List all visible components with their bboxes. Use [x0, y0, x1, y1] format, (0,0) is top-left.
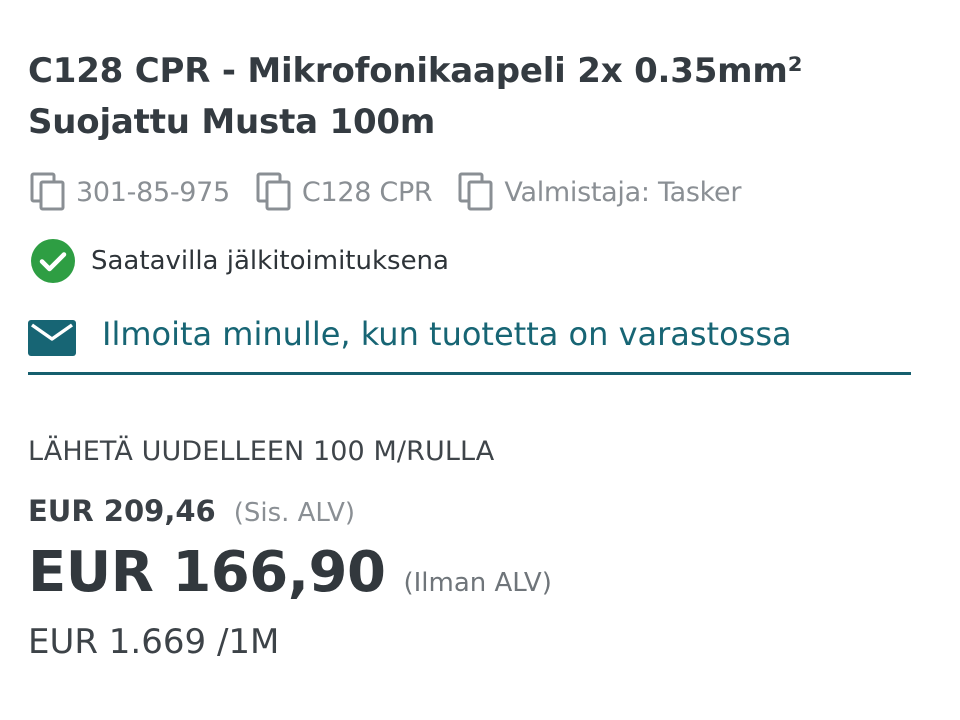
availability-status: Saatavilla jälkitoimituksena: [30, 238, 449, 284]
copy-icon[interactable]: [30, 172, 66, 212]
sku-text: 301-85-975: [76, 176, 230, 208]
copy-icon[interactable]: [256, 172, 292, 212]
product-title: C128 CPR - Mikrofonikaapeli 2x 0.35mm² S…: [28, 51, 803, 142]
product-meta-row: 301-85-975 C128 CPR Valmistaja: Tasker: [30, 170, 767, 214]
manufacturer-text: Valmistaja: Tasker: [504, 176, 742, 208]
unit-label: LÄHETÄ UUDELLEEN 100 M/RULLA: [28, 436, 495, 467]
model-text: C128 CPR: [301, 176, 433, 208]
net-price-row: EUR 166,90 (Ilman ALV): [28, 540, 552, 605]
copy-icon[interactable]: [458, 172, 494, 212]
gross-price: EUR 209,46: [28, 494, 216, 528]
model-copy-item[interactable]: C128 CPR: [256, 172, 433, 212]
check-circle-icon: [31, 239, 75, 283]
manufacturer-copy-item[interactable]: Valmistaja: Tasker: [458, 172, 741, 212]
net-price: EUR 166,90: [28, 540, 386, 605]
product-detail-page: C128 CPR - Mikrofonikaapeli 2x 0.35mm² S…: [0, 0, 960, 720]
gross-price-note: (Sis. ALV): [233, 498, 355, 528]
price-per-meter: EUR 1.669 /1M: [28, 622, 280, 662]
availability-text: Saatavilla jälkitoimituksena: [91, 246, 449, 276]
sku-copy-item[interactable]: 301-85-975: [30, 172, 230, 212]
gross-price-row: EUR 209,46 (Sis. ALV): [28, 494, 355, 528]
notify-text: Ilmoita minulle, kun tuotetta on varasto…: [102, 315, 792, 353]
mail-icon: [28, 320, 76, 356]
notify-when-in-stock-link[interactable]: Ilmoita minulle, kun tuotetta on varasto…: [28, 308, 911, 375]
net-price-note: (Ilman ALV): [403, 568, 552, 598]
